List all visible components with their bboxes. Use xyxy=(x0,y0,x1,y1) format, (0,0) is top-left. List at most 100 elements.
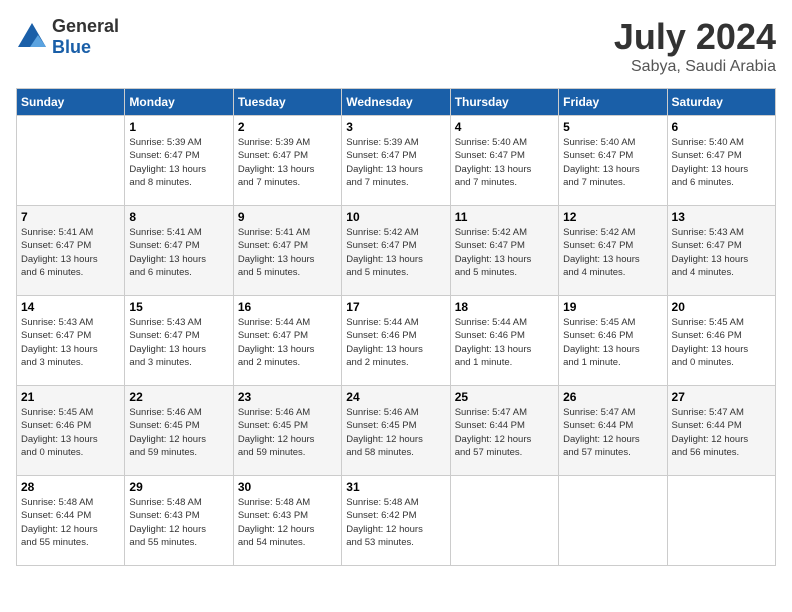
day-info: Sunrise: 5:39 AM Sunset: 6:47 PM Dayligh… xyxy=(238,136,337,189)
header-tuesday: Tuesday xyxy=(233,89,341,116)
calendar-cell: 23 Sunrise: 5:46 AM Sunset: 6:45 PM Dayli… xyxy=(233,386,341,476)
day-info: Sunrise: 5:39 AM Sunset: 6:47 PM Dayligh… xyxy=(346,136,445,189)
day-number: 28 xyxy=(21,480,120,494)
logo-general: General xyxy=(52,16,119,36)
day-number: 1 xyxy=(129,120,228,134)
calendar-cell: 18 Sunrise: 5:44 AM Sunset: 6:46 PM Dayli… xyxy=(450,296,558,386)
calendar-cell: 28 Sunrise: 5:48 AM Sunset: 6:44 PM Dayli… xyxy=(17,476,125,566)
header-saturday: Saturday xyxy=(667,89,775,116)
day-info: Sunrise: 5:42 AM Sunset: 6:47 PM Dayligh… xyxy=(346,226,445,279)
day-info: Sunrise: 5:48 AM Sunset: 6:44 PM Dayligh… xyxy=(21,496,120,549)
day-number: 29 xyxy=(129,480,228,494)
title-block: July 2024 Sabya, Saudi Arabia xyxy=(614,16,776,76)
day-info: Sunrise: 5:44 AM Sunset: 6:47 PM Dayligh… xyxy=(238,316,337,369)
day-number: 9 xyxy=(238,210,337,224)
calendar-cell: 11 Sunrise: 5:42 AM Sunset: 6:47 PM Dayli… xyxy=(450,206,558,296)
day-info: Sunrise: 5:48 AM Sunset: 6:43 PM Dayligh… xyxy=(129,496,228,549)
calendar-cell: 3 Sunrise: 5:39 AM Sunset: 6:47 PM Daylig… xyxy=(342,116,450,206)
day-info: Sunrise: 5:47 AM Sunset: 6:44 PM Dayligh… xyxy=(672,406,771,459)
day-number: 3 xyxy=(346,120,445,134)
day-number: 24 xyxy=(346,390,445,404)
day-number: 30 xyxy=(238,480,337,494)
day-info: Sunrise: 5:48 AM Sunset: 6:42 PM Dayligh… xyxy=(346,496,445,549)
day-number: 16 xyxy=(238,300,337,314)
day-number: 17 xyxy=(346,300,445,314)
day-number: 12 xyxy=(563,210,662,224)
day-info: Sunrise: 5:41 AM Sunset: 6:47 PM Dayligh… xyxy=(238,226,337,279)
day-number: 20 xyxy=(672,300,771,314)
day-info: Sunrise: 5:43 AM Sunset: 6:47 PM Dayligh… xyxy=(672,226,771,279)
day-info: Sunrise: 5:45 AM Sunset: 6:46 PM Dayligh… xyxy=(21,406,120,459)
logo-blue: Blue xyxy=(52,37,91,57)
day-number: 19 xyxy=(563,300,662,314)
calendar-cell: 8 Sunrise: 5:41 AM Sunset: 6:47 PM Daylig… xyxy=(125,206,233,296)
day-info: Sunrise: 5:46 AM Sunset: 6:45 PM Dayligh… xyxy=(238,406,337,459)
day-info: Sunrise: 5:42 AM Sunset: 6:47 PM Dayligh… xyxy=(455,226,554,279)
calendar-cell: 17 Sunrise: 5:44 AM Sunset: 6:46 PM Dayli… xyxy=(342,296,450,386)
day-number: 14 xyxy=(21,300,120,314)
day-number: 25 xyxy=(455,390,554,404)
day-number: 15 xyxy=(129,300,228,314)
calendar-cell: 15 Sunrise: 5:43 AM Sunset: 6:47 PM Dayli… xyxy=(125,296,233,386)
calendar-cell: 10 Sunrise: 5:42 AM Sunset: 6:47 PM Dayli… xyxy=(342,206,450,296)
day-info: Sunrise: 5:41 AM Sunset: 6:47 PM Dayligh… xyxy=(21,226,120,279)
day-info: Sunrise: 5:40 AM Sunset: 6:47 PM Dayligh… xyxy=(563,136,662,189)
calendar-cell: 12 Sunrise: 5:42 AM Sunset: 6:47 PM Dayli… xyxy=(559,206,667,296)
month-title: July 2024 xyxy=(614,16,776,58)
calendar-cell xyxy=(667,476,775,566)
day-number: 18 xyxy=(455,300,554,314)
page-header: General Blue July 2024 Sabya, Saudi Arab… xyxy=(16,16,776,76)
calendar-cell: 26 Sunrise: 5:47 AM Sunset: 6:44 PM Dayli… xyxy=(559,386,667,476)
day-info: Sunrise: 5:45 AM Sunset: 6:46 PM Dayligh… xyxy=(672,316,771,369)
header-sunday: Sunday xyxy=(17,89,125,116)
calendar-cell: 22Sunrise: 5:46 AM Sunset: 6:45 PM Dayli… xyxy=(125,386,233,476)
calendar-cell: 21 Sunrise: 5:45 AM Sunset: 6:46 PM Dayli… xyxy=(17,386,125,476)
day-info: Sunrise: 5:44 AM Sunset: 6:46 PM Dayligh… xyxy=(346,316,445,369)
calendar-cell: 14 Sunrise: 5:43 AM Sunset: 6:47 PM Dayli… xyxy=(17,296,125,386)
header-row: SundayMondayTuesdayWednesdayThursdayFrid… xyxy=(17,89,776,116)
week-row-1: 7Sunrise: 5:41 AM Sunset: 6:47 PM Daylig… xyxy=(17,206,776,296)
calendar-cell: 25 Sunrise: 5:47 AM Sunset: 6:44 PM Dayli… xyxy=(450,386,558,476)
day-number: 23 xyxy=(238,390,337,404)
day-info: Sunrise: 5:42 AM Sunset: 6:47 PM Dayligh… xyxy=(563,226,662,279)
day-info: Sunrise: 5:47 AM Sunset: 6:44 PM Dayligh… xyxy=(455,406,554,459)
day-number: 5 xyxy=(563,120,662,134)
header-wednesday: Wednesday xyxy=(342,89,450,116)
calendar-cell xyxy=(559,476,667,566)
day-number: 4 xyxy=(455,120,554,134)
calendar-cell: 1 Sunrise: 5:39 AM Sunset: 6:47 PM Daylig… xyxy=(125,116,233,206)
day-number: 13 xyxy=(672,210,771,224)
day-info: Sunrise: 5:46 AM Sunset: 6:45 PM Dayligh… xyxy=(346,406,445,459)
calendar-cell: 19Sunrise: 5:45 AM Sunset: 6:46 PM Dayli… xyxy=(559,296,667,386)
calendar-cell: 31 Sunrise: 5:48 AM Sunset: 6:42 PM Dayli… xyxy=(342,476,450,566)
day-number: 6 xyxy=(672,120,771,134)
day-info: Sunrise: 5:47 AM Sunset: 6:44 PM Dayligh… xyxy=(563,406,662,459)
location-title: Sabya, Saudi Arabia xyxy=(614,58,776,76)
week-row-3: 21 Sunrise: 5:45 AM Sunset: 6:46 PM Dayli… xyxy=(17,386,776,476)
day-info: Sunrise: 5:44 AM Sunset: 6:46 PM Dayligh… xyxy=(455,316,554,369)
day-info: Sunrise: 5:40 AM Sunset: 6:47 PM Dayligh… xyxy=(672,136,771,189)
calendar-cell: 13 Sunrise: 5:43 AM Sunset: 6:47 PM Dayli… xyxy=(667,206,775,296)
calendar-cell: 9 Sunrise: 5:41 AM Sunset: 6:47 PM Daylig… xyxy=(233,206,341,296)
logo-icon xyxy=(16,21,48,54)
day-number: 11 xyxy=(455,210,554,224)
calendar-cell: 27Sunrise: 5:47 AM Sunset: 6:44 PM Dayli… xyxy=(667,386,775,476)
day-number: 31 xyxy=(346,480,445,494)
calendar-cell: 7Sunrise: 5:41 AM Sunset: 6:47 PM Daylig… xyxy=(17,206,125,296)
day-number: 21 xyxy=(21,390,120,404)
day-info: Sunrise: 5:43 AM Sunset: 6:47 PM Dayligh… xyxy=(21,316,120,369)
day-number: 26 xyxy=(563,390,662,404)
day-info: Sunrise: 5:43 AM Sunset: 6:47 PM Dayligh… xyxy=(129,316,228,369)
header-friday: Friday xyxy=(559,89,667,116)
calendar-cell: 16 Sunrise: 5:44 AM Sunset: 6:47 PM Dayli… xyxy=(233,296,341,386)
day-info: Sunrise: 5:39 AM Sunset: 6:47 PM Dayligh… xyxy=(129,136,228,189)
header-thursday: Thursday xyxy=(450,89,558,116)
week-row-0: 1 Sunrise: 5:39 AM Sunset: 6:47 PM Daylig… xyxy=(17,116,776,206)
day-info: Sunrise: 5:40 AM Sunset: 6:47 PM Dayligh… xyxy=(455,136,554,189)
calendar-cell: 20 Sunrise: 5:45 AM Sunset: 6:46 PM Dayli… xyxy=(667,296,775,386)
day-number: 8 xyxy=(129,210,228,224)
day-info: Sunrise: 5:41 AM Sunset: 6:47 PM Dayligh… xyxy=(129,226,228,279)
calendar-cell xyxy=(450,476,558,566)
day-number: 10 xyxy=(346,210,445,224)
calendar-cell xyxy=(17,116,125,206)
